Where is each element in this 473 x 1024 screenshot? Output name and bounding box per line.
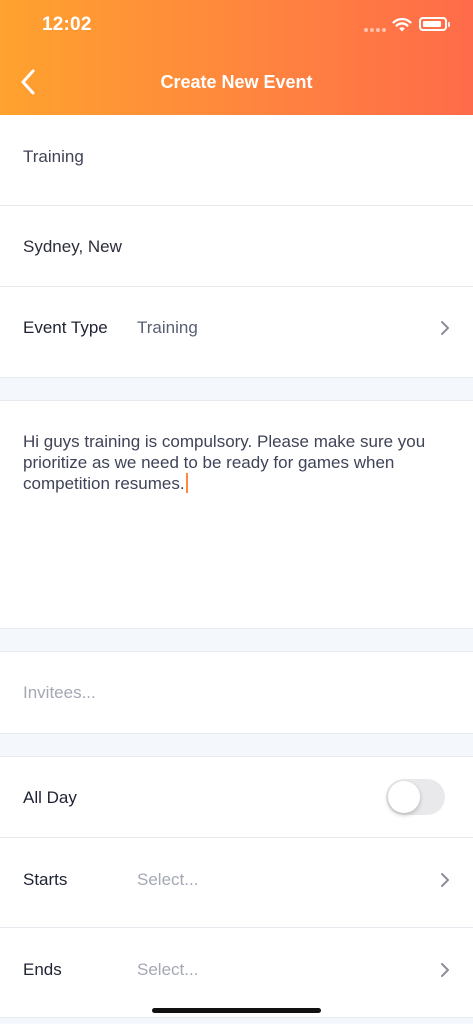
event-title-field[interactable]: Training [0,115,473,206]
invitees-field[interactable]: Invitees... [0,652,473,733]
wifi-icon [392,17,412,32]
notes-value: Hi guys training is compulsory. Please m… [23,432,426,493]
all-day-row: All Day [0,757,473,838]
create-event-screen: 12:02 Create New Event Training Sydney, … [0,0,473,1024]
page-title: Create New Event [160,72,313,92]
section-divider [0,628,473,652]
event-type-label: Event Type [23,318,108,337]
ends-label: Ends [23,960,62,979]
location-value: Sydney, New [23,237,122,256]
starts-value: Select... [137,870,199,889]
cellular-signal-icon [364,28,386,32]
section-divider [0,377,473,401]
chevron-right-icon [441,873,449,887]
starts-row[interactable]: Starts Select... [0,838,473,928]
header-bar: 12:02 Create New Event [0,0,473,115]
notes-field[interactable]: Hi guys training is compulsory. Please m… [0,401,473,628]
starts-label: Starts [23,870,68,889]
all-day-toggle[interactable] [386,779,445,815]
section-divider [0,733,473,757]
toggle-knob [388,781,420,813]
location-field[interactable]: Sydney, New [0,206,473,287]
bottom-gap [0,1018,473,1024]
invitees-placeholder: Invitees... [23,683,96,702]
event-type-row[interactable]: Event Type Training [0,287,473,377]
battery-icon [419,17,450,31]
status-time: 12:02 [42,14,92,35]
event-title-value: Training [23,147,84,166]
text-cursor [185,473,188,493]
all-day-label: All Day [23,788,77,807]
event-type-value: Training [137,318,198,337]
home-indicator[interactable] [152,1008,321,1013]
ends-value: Select... [137,960,199,979]
ends-row[interactable]: Ends Select... [0,928,473,1018]
chevron-right-icon [441,321,449,335]
chevron-right-icon [441,963,449,977]
